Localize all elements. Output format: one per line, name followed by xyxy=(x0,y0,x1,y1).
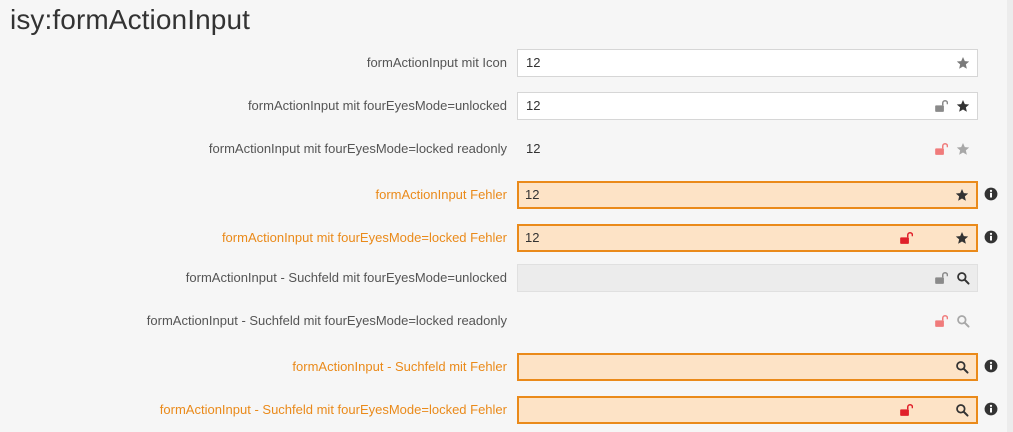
info-icon[interactable] xyxy=(984,230,998,244)
input-value: 12 xyxy=(526,141,541,156)
form-row: formActionInput mit fourEyesMode=unlocke… xyxy=(0,92,1013,120)
action-input-field[interactable]: 12 xyxy=(517,224,978,252)
search-field[interactable] xyxy=(517,396,978,424)
form-row: formActionInput - Suchfeld mit fourEyesM… xyxy=(0,307,1013,335)
unlock-icon xyxy=(934,142,948,156)
unlock-icon[interactable] xyxy=(934,99,948,113)
field-label: formActionInput mit Icon xyxy=(366,55,507,70)
unlock-icon xyxy=(934,314,948,328)
form-row-error: formActionInput - Suchfeld mit fourEyesM… xyxy=(0,396,1013,424)
action-input-field[interactable]: 12 xyxy=(517,92,978,120)
search-icon xyxy=(956,314,970,328)
star-icon[interactable] xyxy=(955,188,969,202)
star-icon[interactable] xyxy=(956,56,970,70)
form-row: formActionInput - Suchfeld mit fourEyesM… xyxy=(0,264,1013,292)
input-value[interactable]: 12 xyxy=(525,183,539,207)
action-input-readonly: 12 xyxy=(517,135,978,163)
star-icon[interactable] xyxy=(955,231,969,245)
search-field[interactable] xyxy=(517,264,978,292)
action-input-field[interactable]: 12 xyxy=(517,49,978,77)
search-icon[interactable] xyxy=(955,403,969,417)
field-label: formActionInput mit fourEyesMode=unlocke… xyxy=(247,98,507,113)
form-row-error: formActionInput mit fourEyesMode=locked … xyxy=(0,224,1013,252)
star-icon[interactable] xyxy=(956,99,970,113)
unlock-icon[interactable] xyxy=(899,231,913,245)
input-value[interactable]: 12 xyxy=(526,50,540,76)
input-value[interactable]: 12 xyxy=(525,226,539,250)
field-label: formActionInput - Suchfeld mit fourEyesM… xyxy=(185,270,507,285)
field-label: formActionInput - Suchfeld mit Fehler xyxy=(292,359,507,374)
search-icon[interactable] xyxy=(956,271,970,285)
unlock-icon[interactable] xyxy=(934,271,948,285)
field-label: formActionInput mit fourEyesMode=locked … xyxy=(221,230,507,245)
form-row-error: formActionInput - Suchfeld mit Fehler xyxy=(0,353,1013,381)
info-icon[interactable] xyxy=(984,359,998,373)
field-label: formActionInput Fehler xyxy=(375,187,507,202)
search-field[interactable] xyxy=(517,353,978,381)
page-title: isy:formActionInput xyxy=(10,4,250,35)
input-value[interactable]: 12 xyxy=(526,93,540,119)
form-row: formActionInput mit Icon 12 xyxy=(0,49,1013,77)
info-icon[interactable] xyxy=(984,402,998,416)
unlock-icon[interactable] xyxy=(899,403,913,417)
field-label: formActionInput - Suchfeld mit fourEyesM… xyxy=(159,402,507,417)
action-input-field[interactable]: 12 xyxy=(517,181,978,209)
search-field-readonly xyxy=(517,307,978,335)
star-icon xyxy=(956,142,970,156)
form-row-error: formActionInput Fehler 12 xyxy=(0,181,1013,209)
field-label: formActionInput mit fourEyesMode=locked … xyxy=(208,141,507,156)
info-icon[interactable] xyxy=(984,187,998,201)
search-icon[interactable] xyxy=(955,360,969,374)
form-row: formActionInput mit fourEyesMode=locked … xyxy=(0,135,1013,163)
field-label: formActionInput - Suchfeld mit fourEyesM… xyxy=(146,313,507,328)
